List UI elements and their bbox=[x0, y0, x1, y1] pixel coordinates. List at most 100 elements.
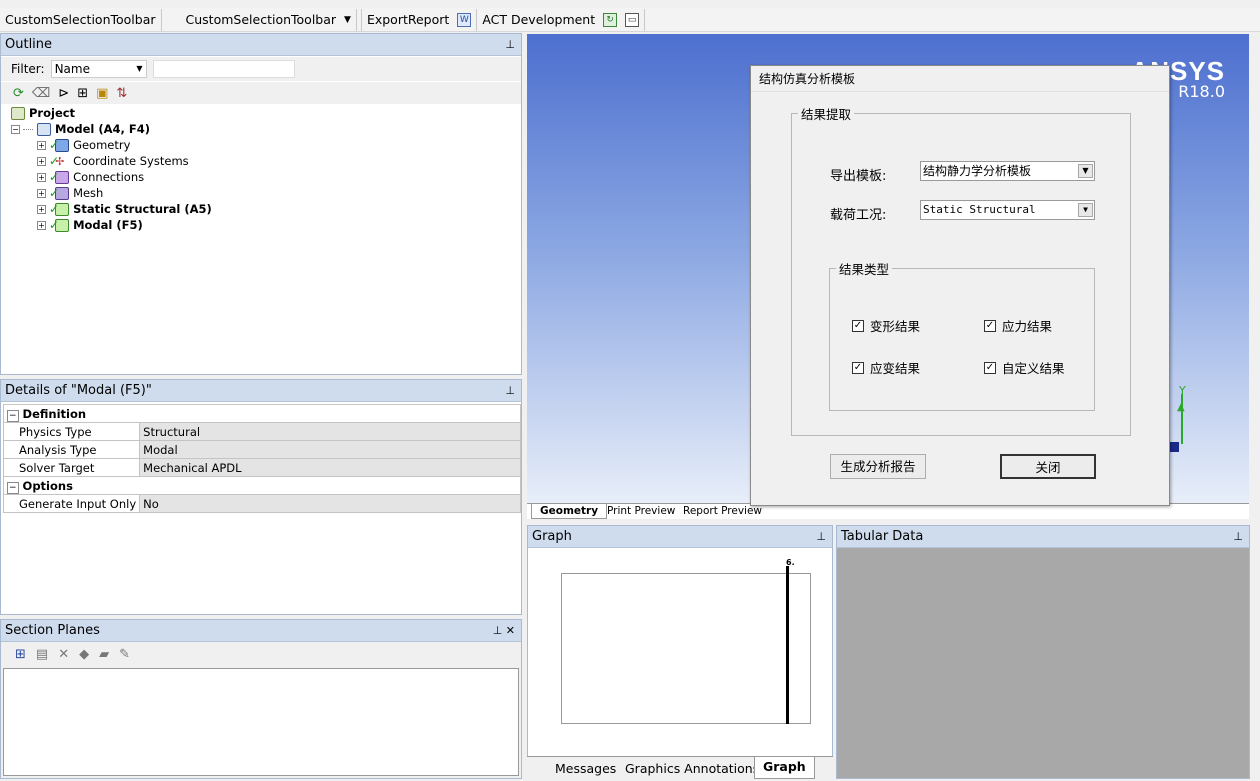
details-title-bar: Details of "Modal (F5)" ⊥ bbox=[1, 380, 521, 402]
property-name: Analysis Type bbox=[2, 440, 141, 459]
eraser-icon[interactable]: ⌫ bbox=[32, 86, 50, 101]
word-document-icon[interactable]: W bbox=[457, 12, 472, 27]
collapse-icon[interactable]: − bbox=[7, 481, 19, 494]
tree-expand-icon[interactable]: ⊳ bbox=[58, 86, 69, 101]
project-icon bbox=[11, 106, 25, 120]
load-case-select[interactable]: Static Structural ▼ bbox=[920, 200, 1095, 220]
tree-node-modal[interactable]: + ✓ Modal (F5) bbox=[37, 217, 143, 233]
details-group-options[interactable]: − Options bbox=[3, 476, 521, 495]
add-section-plane-icon[interactable]: ⊞ bbox=[15, 647, 26, 662]
tree-node-mesh[interactable]: + ✓ Mesh bbox=[37, 185, 103, 201]
comment-icon[interactable]: ▭ bbox=[625, 12, 640, 27]
details-row[interactable]: Generate Input Only No bbox=[2, 494, 521, 513]
tab-graph[interactable]: Graph bbox=[754, 757, 815, 779]
tab-print-preview[interactable]: Print Preview bbox=[599, 504, 683, 519]
tab-label: Report Preview bbox=[683, 505, 763, 517]
copy-icon[interactable]: ▤ bbox=[36, 647, 48, 662]
tree-node-connections[interactable]: + ✓ Connections bbox=[37, 169, 144, 185]
refresh-icon[interactable]: ↻ bbox=[603, 12, 618, 27]
select-value: 结构静力学分析模板 bbox=[923, 164, 1032, 178]
pin-icon[interactable]: ⊥ bbox=[816, 530, 832, 543]
checkbox-label: 应变结果 bbox=[870, 361, 921, 376]
result-extraction-group: 结果提取 导出模板: 结构静力学分析模板 ▼ 载荷工况: Static Struc… bbox=[791, 104, 1131, 436]
tab-geometry[interactable]: Geometry bbox=[531, 504, 608, 519]
delete-icon[interactable]: ✕ bbox=[58, 647, 69, 662]
refresh-icon[interactable]: ⟳ bbox=[13, 86, 24, 101]
expand-icon[interactable]: + bbox=[37, 172, 46, 182]
checkbox-check-icon[interactable]: ✓ bbox=[984, 361, 996, 374]
pin-icon[interactable]: ⊥ bbox=[505, 38, 521, 51]
export-template-select[interactable]: 结构静力学分析模板 ▼ bbox=[920, 161, 1095, 181]
check-icon: ✓ bbox=[49, 154, 60, 168]
graph-plot-area[interactable]: 6. bbox=[561, 558, 811, 724]
outline-panel: Outline ⊥ Filter: Name ▼ ⟳ ⌫ ⊳ ⊞ ▣ ⇅ Proje… bbox=[0, 33, 522, 375]
toolbar-item-label: ACT Development bbox=[482, 12, 596, 27]
generate-report-button[interactable]: 生成分析报告 bbox=[830, 454, 926, 479]
property-value[interactable]: Mechanical APDL bbox=[139, 458, 521, 477]
filter-select-value: Name bbox=[54, 62, 90, 76]
checkbox-check-icon[interactable]: ✓ bbox=[984, 319, 996, 332]
result-type-group: 结果类型 ✓ 变形结果 ✓ 应力结果 ✓ 应变结果 ✓ 自定义结果 bbox=[829, 259, 1095, 411]
property-value[interactable]: Modal bbox=[139, 440, 521, 459]
expand-icon[interactable]: + bbox=[37, 220, 46, 230]
tree-node-project[interactable]: Project bbox=[11, 105, 75, 121]
expand-icon[interactable]: + bbox=[37, 140, 46, 150]
tab-messages[interactable]: Messages bbox=[547, 760, 624, 778]
checkbox-deformation[interactable]: ✓ 变形结果 bbox=[852, 316, 920, 335]
expand-all-icon[interactable]: ⊞ bbox=[77, 86, 88, 101]
pin-icon[interactable]: ⊥ ✕ bbox=[493, 624, 521, 637]
check-icon: ✓ bbox=[49, 186, 60, 200]
details-table: − Definition Physics Type Structural Analy… bbox=[2, 404, 521, 513]
group-legend: 结果提取 bbox=[801, 107, 852, 122]
section-planes-title-bar: Section Planes ⊥ ✕ bbox=[1, 620, 521, 642]
checkbox-check-icon[interactable]: ✓ bbox=[852, 361, 864, 374]
tree-label: Coordinate Systems bbox=[73, 154, 189, 168]
filter-select[interactable]: Name ▼ bbox=[50, 60, 147, 78]
tabular-title-bar: Tabular Data ⊥ bbox=[837, 526, 1249, 548]
tree-node-model[interactable]: − Model (A4, F4) bbox=[11, 121, 150, 137]
tab-label: Graphics Annotations bbox=[625, 761, 760, 776]
filter-bar: Filter: Name ▼ bbox=[1, 57, 521, 81]
toolbar-custom-selection-dropdown[interactable]: CustomSelectionToolbar ▼ bbox=[162, 8, 357, 31]
checkbox-strain[interactable]: ✓ 应变结果 bbox=[852, 358, 920, 377]
section-planes-list[interactable] bbox=[3, 668, 519, 776]
checkbox-stress[interactable]: ✓ 应力结果 bbox=[984, 316, 1052, 335]
toolbar-custom-selection-label[interactable]: CustomSelectionToolbar bbox=[0, 8, 162, 31]
details-row[interactable]: Analysis Type Modal bbox=[2, 440, 521, 459]
sort-icon[interactable]: ⇅ bbox=[116, 86, 127, 101]
panel-title: Outline bbox=[5, 37, 53, 52]
tree-node-static-structural[interactable]: + ✓ Static Structural (A5) bbox=[37, 201, 212, 217]
property-value[interactable]: Structural bbox=[139, 422, 521, 441]
details-row[interactable]: Physics Type Structural bbox=[2, 422, 521, 441]
checkbox-custom[interactable]: ✓ 自定义结果 bbox=[984, 358, 1065, 377]
tree-node-coordinate-systems[interactable]: + ✓ ✢ Coordinate Systems bbox=[37, 153, 189, 169]
collapse-icon[interactable]: − bbox=[7, 409, 19, 422]
tab-report-preview[interactable]: Report Preview bbox=[675, 504, 770, 519]
details-group-definition[interactable]: − Definition bbox=[3, 404, 521, 423]
graph-time-marker[interactable] bbox=[786, 566, 789, 724]
checkbox-check-icon[interactable]: ✓ bbox=[852, 319, 864, 332]
tab-graphics-annotations[interactable]: Graphics Annotations bbox=[617, 760, 767, 778]
property-value[interactable]: No bbox=[139, 494, 521, 513]
capping-icon[interactable]: ▰ bbox=[99, 647, 109, 662]
toolbar-export-report[interactable]: ExportReport W bbox=[360, 8, 478, 31]
close-button[interactable]: 关闭 bbox=[1000, 454, 1096, 479]
filter-search-input[interactable] bbox=[152, 60, 295, 78]
tree-label: Connections bbox=[73, 170, 145, 184]
pin-icon[interactable]: ⊥ bbox=[505, 384, 521, 397]
tab-label: Geometry bbox=[540, 505, 599, 517]
edit-icon[interactable]: ✎ bbox=[119, 647, 130, 662]
details-row[interactable]: Solver Target Mechanical APDL bbox=[2, 458, 521, 477]
expand-icon[interactable]: + bbox=[37, 188, 46, 198]
expand-icon[interactable]: + bbox=[37, 156, 46, 166]
tree-label: Project bbox=[29, 106, 76, 120]
outline-title-bar: Outline ⊥ bbox=[1, 34, 521, 56]
tree-node-geometry[interactable]: + ✓ Geometry bbox=[37, 137, 130, 153]
collapse-icon[interactable]: − bbox=[11, 124, 20, 134]
toolbar-act-development[interactable]: ACT Development ↻ ▭ bbox=[477, 8, 646, 31]
plane-icon[interactable]: ◆ bbox=[79, 647, 89, 662]
folder-icon[interactable]: ▣ bbox=[96, 86, 108, 101]
tree-connector bbox=[23, 128, 33, 130]
expand-icon[interactable]: + bbox=[37, 204, 46, 214]
pin-icon[interactable]: ⊥ bbox=[1233, 530, 1249, 543]
